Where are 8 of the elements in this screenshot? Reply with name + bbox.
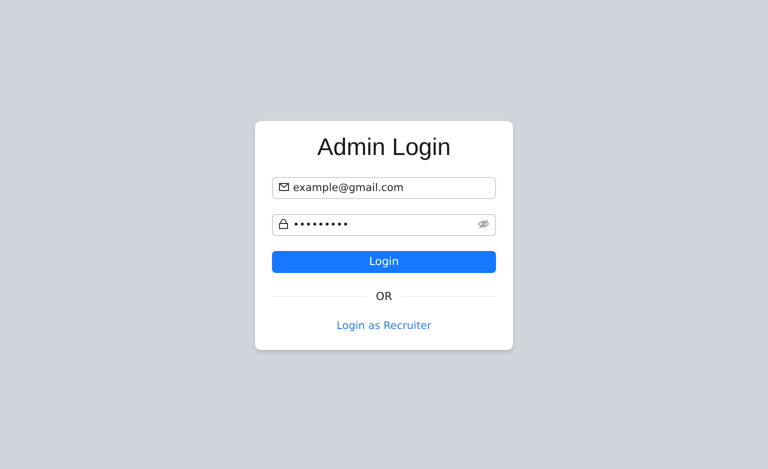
recruiter-login-link[interactable]: Login as Recruiter — [336, 320, 432, 332]
lock-icon — [279, 218, 288, 228]
password-field[interactable]: ••••••••• — [272, 214, 496, 236]
eye-slash-icon[interactable] — [478, 219, 489, 228]
login-title: Admin Login — [316, 134, 452, 162]
divider-text: OR — [376, 290, 392, 302]
email-field[interactable]: example@gmail.com — [272, 176, 496, 198]
login-button[interactable]: Login — [272, 250, 496, 272]
